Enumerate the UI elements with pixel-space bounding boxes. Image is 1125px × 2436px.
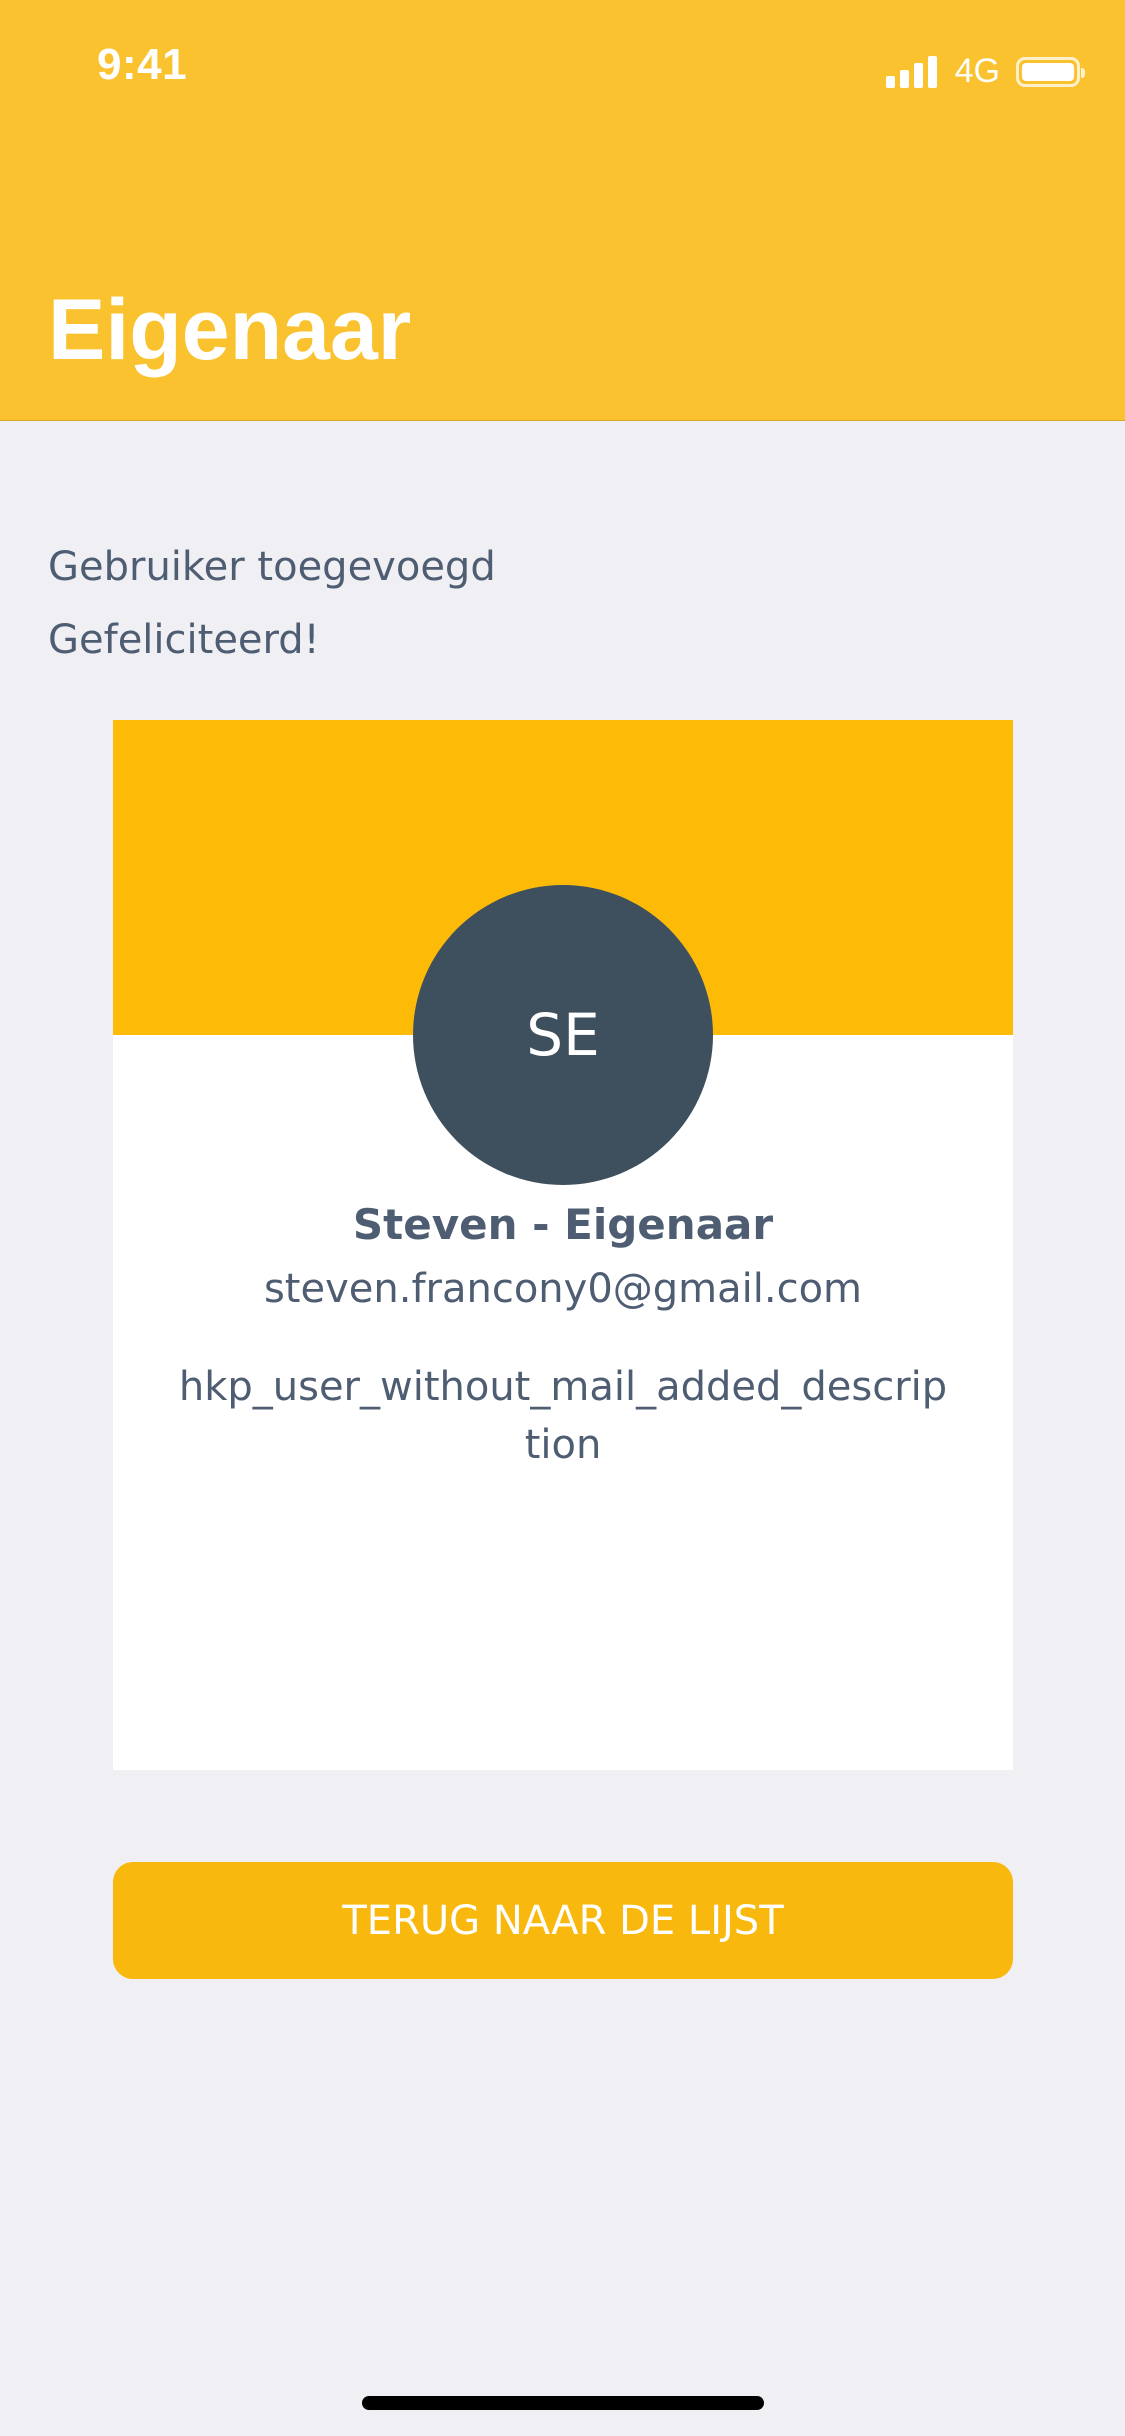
success-message: Gebruiker toegevoegd [48, 544, 496, 590]
user-description: hkp_user_without_mail_added_description [178, 1364, 948, 1468]
battery-icon [1016, 56, 1085, 87]
user-card: SE Steven - Eigenaar steven.francony0@gm… [113, 720, 1013, 1770]
home-indicator[interactable] [362, 2396, 764, 2410]
congrats-message: Gefeliciteerd! [48, 617, 320, 663]
avatar-initials: SE [526, 1001, 600, 1069]
back-to-list-label: TERUG NAAR DE LIJST [342, 1897, 784, 1944]
status-indicators: 4G [885, 52, 1085, 91]
user-name: Steven - Eigenaar [352, 1200, 774, 1249]
avatar: SE [413, 885, 713, 1185]
network-type: 4G [954, 52, 1000, 90]
page-title: Eigenaar [48, 282, 412, 378]
user-email: steven.francony0@gmail.com [263, 1266, 863, 1312]
nav-header: 9:41 4G Eigenaar [0, 0, 1125, 421]
signal-icon [885, 55, 937, 88]
status-time: 9:41 [97, 40, 188, 89]
back-to-list-button[interactable]: TERUG NAAR DE LIJST [113, 1862, 1013, 1979]
